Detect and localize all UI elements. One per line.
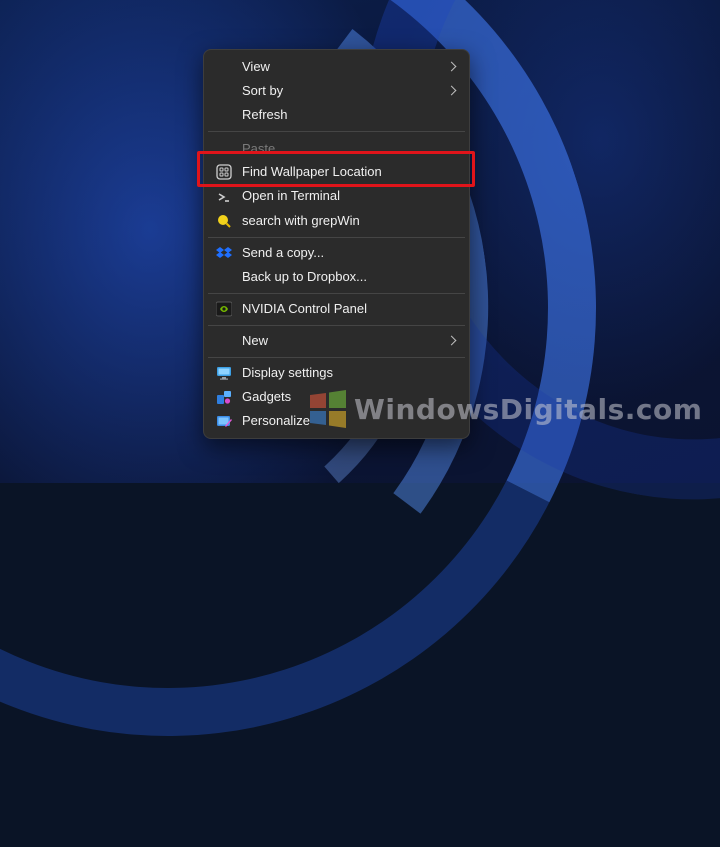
menu-item-send-a-copy[interactable]: Send a copy... (208, 242, 465, 264)
terminal-icon (216, 190, 232, 204)
chevron-right-icon (446, 85, 457, 96)
chevron-right-icon (446, 61, 457, 72)
menu-separator (208, 325, 465, 326)
menu-item-label: Open in Terminal (242, 189, 341, 203)
menu-item-label: Gadgets (242, 389, 292, 404)
menu-item-label: Back up to Dropbox... (242, 269, 368, 284)
menu-item-back-up-to-dropbox[interactable]: Back up to Dropbox... (208, 266, 465, 288)
chevron-right-icon (446, 335, 457, 346)
menu-item-nvidia-control-panel[interactable]: NVIDIA Control Panel (208, 298, 465, 320)
menu-item-label: View (242, 59, 270, 74)
menu-item-label: Sort by (242, 83, 284, 98)
menu-item-paste: Paste (208, 138, 465, 152)
menu-item-label: NVIDIA Control Panel (242, 301, 368, 316)
menu-item-label: search with grepWin (242, 213, 360, 228)
display-icon (216, 365, 232, 381)
menu-item-new[interactable]: New (208, 330, 465, 352)
menu-item-label: Personalize (242, 413, 310, 428)
menu-separator (208, 237, 465, 238)
menu-item-label: Paste (242, 141, 276, 152)
menu-separator (208, 357, 465, 358)
personalize-icon (216, 413, 232, 429)
highlight-box (197, 151, 475, 187)
menu-item-display-settings[interactable]: Display settings (208, 362, 465, 384)
desktop-context-menu: View Sort by Refresh Paste Find Wallpape… (203, 49, 470, 439)
menu-item-label: New (242, 333, 269, 348)
dropbox-icon (216, 245, 232, 261)
watermark: WindowsDigitals.com (308, 389, 718, 435)
gadgets-icon (216, 389, 232, 405)
menu-item-sort-by[interactable]: Sort by (208, 80, 465, 102)
menu-item-view[interactable]: View (208, 56, 465, 78)
menu-separator (208, 293, 465, 294)
menu-item-open-in-terminal[interactable]: Open in Terminal (208, 189, 465, 204)
menu-separator (208, 131, 465, 132)
menu-item-label: Send a copy... (242, 245, 325, 260)
windows-logo-icon (308, 389, 348, 429)
menu-item-refresh[interactable]: Refresh (208, 104, 465, 126)
menu-item-label: Display settings (242, 365, 334, 380)
grepwin-icon (216, 213, 232, 229)
watermark-text: WindowsDigitals.com (354, 393, 703, 426)
menu-item-label: Refresh (242, 107, 288, 122)
menu-item-search-with-grepwin[interactable]: search with grepWin (208, 210, 465, 232)
nvidia-icon (215, 301, 233, 317)
